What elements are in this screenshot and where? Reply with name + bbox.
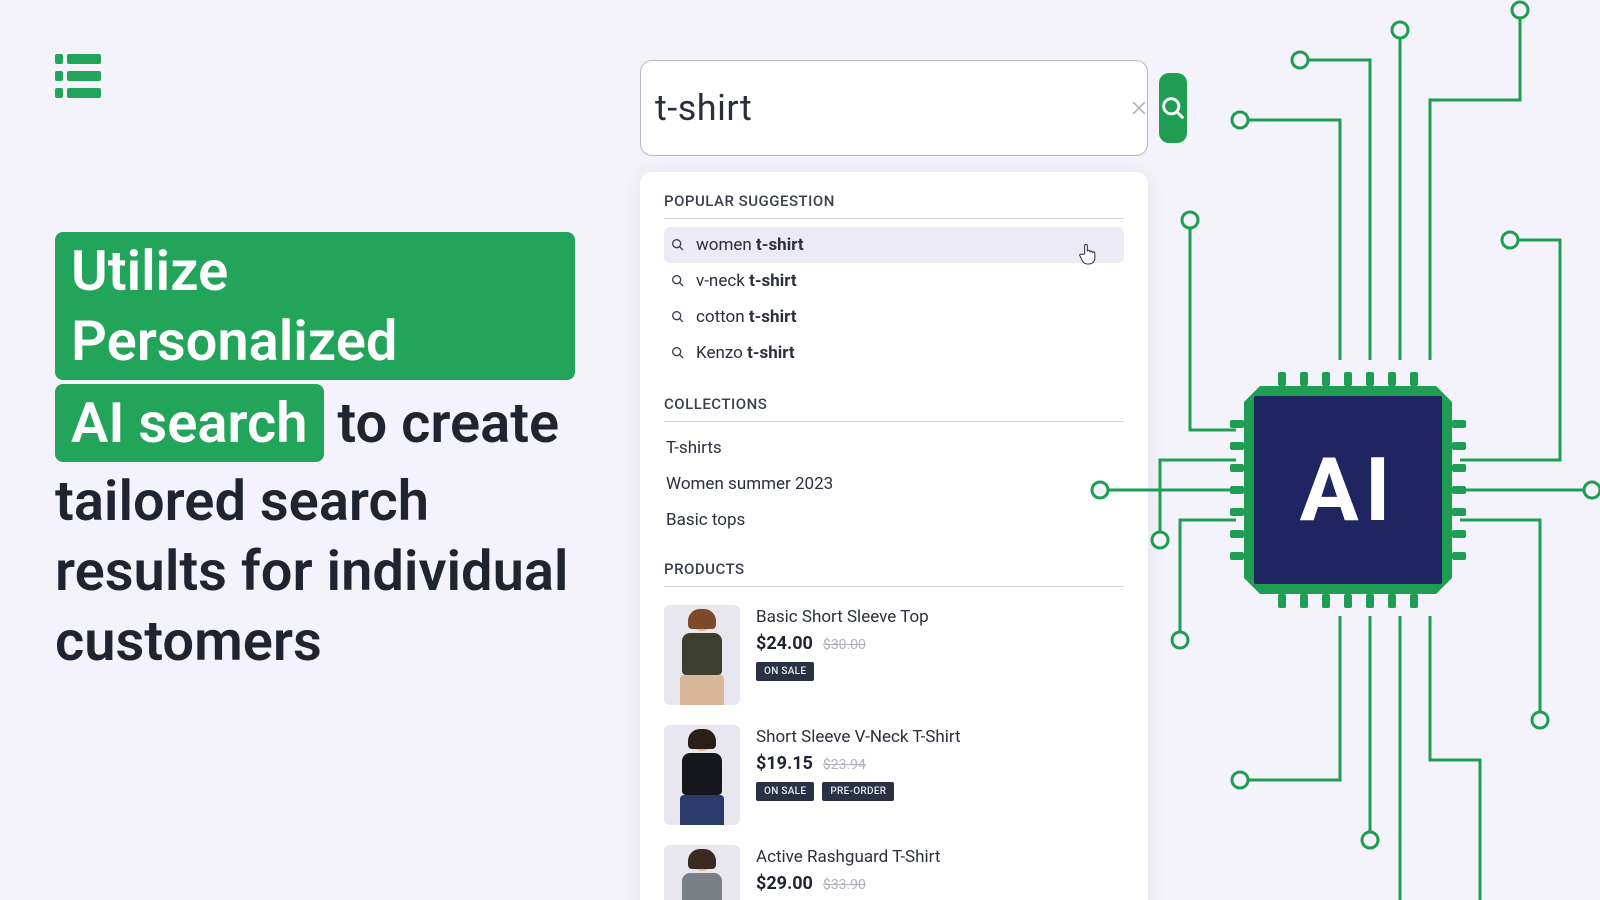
product-title: Basic Short Sleeve Top <box>756 607 1124 627</box>
search-dropdown: POPULAR SUGGESTION women t-shirt v-neck t… <box>640 172 1148 900</box>
suggestion-item[interactable]: v-neck t-shirt <box>664 263 1124 299</box>
product-image <box>664 605 740 705</box>
product-price-old: $33.90 <box>823 877 866 893</box>
product-price: $24.00 <box>756 633 813 654</box>
suggestion-text: v-neck t-shirt <box>696 271 797 291</box>
suggestion-text: women t-shirt <box>696 235 804 255</box>
product-price-old: $23.94 <box>823 757 866 773</box>
suggestion-item[interactable]: women t-shirt <box>664 227 1124 263</box>
search-button[interactable] <box>1159 73 1187 143</box>
hero-highlight-1: Utilize Personalized <box>55 232 575 380</box>
app-logo <box>55 54 101 98</box>
product-price: $29.00 <box>756 873 813 894</box>
chip-label: AI <box>1300 439 1397 542</box>
search-icon <box>1159 94 1187 122</box>
collections-heading: COLLECTIONS <box>664 395 1124 422</box>
product-image <box>664 725 740 825</box>
suggestion-item[interactable]: cotton t-shirt <box>664 299 1124 335</box>
suggestion-text: cotton t-shirt <box>696 307 796 327</box>
hero-heading: Utilize Personalized AI search to create… <box>55 232 575 676</box>
product-badge: PRE-ORDER <box>822 782 894 801</box>
product-price: $19.15 <box>756 753 813 774</box>
clear-icon[interactable] <box>1129 96 1149 120</box>
hero-highlight-2: AI search <box>55 384 324 462</box>
collections-list: T-shirtsWomen summer 2023Basic tops <box>664 430 1124 538</box>
collection-item[interactable]: Basic tops <box>664 502 1124 538</box>
products-heading: PRODUCTS <box>664 560 1124 587</box>
suggestion-text: Kenzo t-shirt <box>696 343 795 363</box>
product-item[interactable]: Basic Short Sleeve Top $24.00 $30.00 ON SAL… <box>664 595 1124 715</box>
product-badge: ON SALE <box>756 662 814 681</box>
suggestions-list: women t-shirt v-neck t-shirt cotton t-shir… <box>664 227 1124 371</box>
product-price-old: $30.00 <box>823 637 866 653</box>
suggestion-item[interactable]: Kenzo t-shirt <box>664 335 1124 371</box>
product-title: Short Sleeve V-Neck T-Shirt <box>756 727 1124 747</box>
product-title: Active Rashguard T-Shirt <box>756 847 1124 867</box>
product-badge: ON SALE <box>756 782 814 801</box>
search-bar <box>640 60 1148 156</box>
suggestions-heading: POPULAR SUGGESTION <box>664 192 1124 219</box>
products-list: Basic Short Sleeve Top $24.00 $30.00 ON SAL… <box>664 595 1124 900</box>
search-input[interactable] <box>655 87 1111 129</box>
product-item[interactable]: Short Sleeve V-Neck T-Shirt $19.15 $23.94 O… <box>664 715 1124 835</box>
collection-item[interactable]: Women summer 2023 <box>664 466 1124 502</box>
ai-chip-icon: AI <box>1228 370 1468 610</box>
product-image <box>664 845 740 900</box>
product-item[interactable]: Active Rashguard T-Shirt$29.00$33.90ON S… <box>664 835 1124 900</box>
collection-item[interactable]: T-shirts <box>664 430 1124 466</box>
